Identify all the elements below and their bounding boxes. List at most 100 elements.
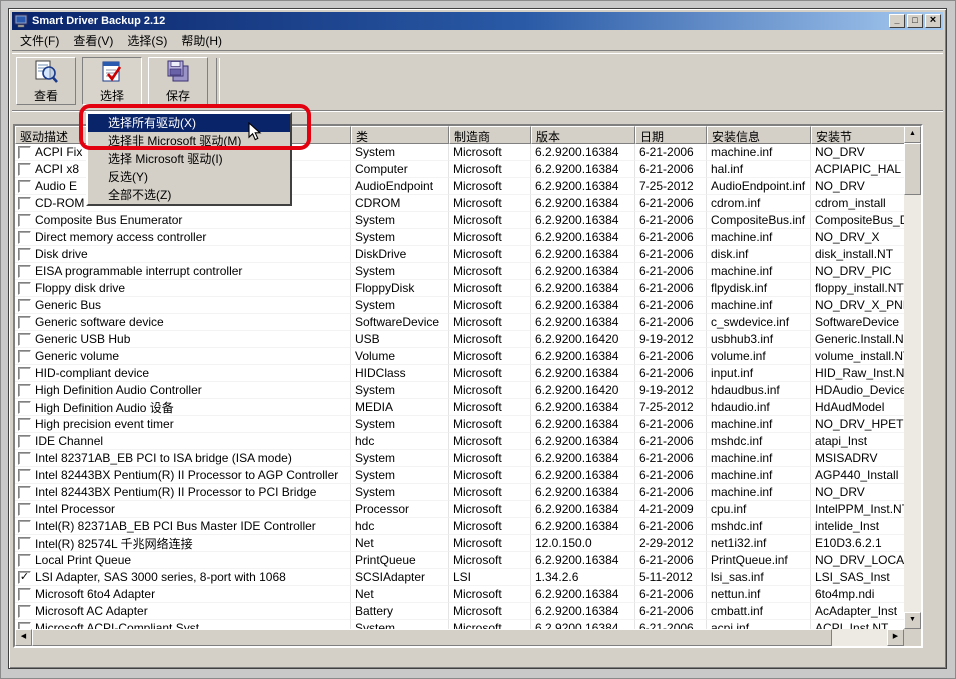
- row-checkbox[interactable]: [18, 503, 31, 516]
- table-row[interactable]: Generic Bus System Microsoft 6.2.9200.16…: [15, 297, 904, 314]
- install-info-cell: volume.inf: [707, 348, 811, 365]
- driver-description-cell: Intel 82443BX Pentium(R) II Processor to…: [15, 467, 351, 484]
- row-checkbox[interactable]: [18, 384, 31, 397]
- row-checkbox[interactable]: [18, 486, 31, 499]
- table-row[interactable]: Generic software device SoftwareDevice M…: [15, 314, 904, 331]
- menu-item-select-microsoft-drivers[interactable]: 选择 Microsoft 驱动(I): [88, 150, 290, 168]
- row-checkbox[interactable]: [18, 146, 31, 159]
- row-checkbox[interactable]: [18, 197, 31, 210]
- row-checkbox[interactable]: [18, 622, 31, 630]
- close-button[interactable]: ×: [925, 14, 941, 28]
- column-header-manufacturer[interactable]: 制造商: [449, 126, 531, 144]
- title-bar[interactable]: Smart Driver Backup 2.12 _ □ ×: [12, 12, 943, 30]
- install-info-cell: hdaudio.inf: [707, 399, 811, 416]
- row-checkbox[interactable]: [18, 265, 31, 278]
- select-button[interactable]: 选择: [82, 57, 142, 105]
- row-checkbox[interactable]: [18, 537, 31, 550]
- vertical-scroll-track[interactable]: [904, 195, 921, 612]
- table-row[interactable]: Floppy disk drive FloppyDisk Microsoft 6…: [15, 280, 904, 297]
- table-row[interactable]: Intel(R) 82574L 千兆网络连接 Net Microsoft 12.…: [15, 535, 904, 552]
- table-row[interactable]: Intel(R) 82371AB_EB PCI Bus Master IDE C…: [15, 518, 904, 535]
- date-cell: 2-29-2012: [635, 535, 707, 552]
- row-checkbox[interactable]: [18, 163, 31, 176]
- row-checkbox[interactable]: [18, 520, 31, 533]
- table-row[interactable]: IDE Channel hdc Microsoft 6.2.9200.16384…: [15, 433, 904, 450]
- menu-item-select-all-drivers[interactable]: 选择所有驱动(X): [88, 114, 290, 132]
- row-checkbox[interactable]: [18, 435, 31, 448]
- row-checkbox[interactable]: [18, 588, 31, 601]
- vertical-scroll-thumb[interactable]: [904, 143, 921, 195]
- row-checkbox[interactable]: [18, 180, 31, 193]
- row-checkbox[interactable]: [18, 316, 31, 329]
- column-header-install-info[interactable]: 安装信息: [707, 126, 811, 144]
- driver-description-cell: Disk drive: [15, 246, 351, 263]
- menu-select[interactable]: 选择(S): [120, 30, 174, 51]
- row-checkbox[interactable]: [18, 452, 31, 465]
- column-header-class[interactable]: 类: [351, 126, 449, 144]
- table-row[interactable]: Local Print Queue PrintQueue Microsoft 6…: [15, 552, 904, 569]
- menu-item-invert-selection[interactable]: 反选(Y): [88, 168, 290, 186]
- version-cell: 6.2.9200.16384: [531, 246, 635, 263]
- table-row[interactable]: High Definition Audio Controller System …: [15, 382, 904, 399]
- minimize-button[interactable]: _: [889, 14, 905, 28]
- table-row[interactable]: High precision event timer System Micros…: [15, 416, 904, 433]
- scroll-down-button[interactable]: ▼: [904, 612, 921, 629]
- table-row[interactable]: Direct memory access controller System M…: [15, 229, 904, 246]
- install-info-cell: CompositeBus.inf: [707, 212, 811, 229]
- row-checkbox[interactable]: [18, 367, 31, 380]
- column-header-version[interactable]: 版本: [531, 126, 635, 144]
- scroll-right-button[interactable]: ▶: [887, 629, 904, 646]
- row-checkbox[interactable]: [18, 605, 31, 618]
- row-checkbox[interactable]: [18, 469, 31, 482]
- view-button[interactable]: 查看: [16, 57, 76, 105]
- column-header-install-section[interactable]: 安装节: [811, 126, 904, 144]
- row-checkbox[interactable]: [18, 418, 31, 431]
- table-row[interactable]: ✓ LSI Adapter, SAS 3000 series, 8-port w…: [15, 569, 904, 586]
- menu-item-select-non-microsoft-drivers[interactable]: 选择非 Microsoft 驱动(M): [88, 132, 290, 150]
- table-row[interactable]: Microsoft 6to4 Adapter Net Microsoft 6.2…: [15, 586, 904, 603]
- table-row[interactable]: Intel 82443BX Pentium(R) II Processor to…: [15, 484, 904, 501]
- row-checkbox[interactable]: [18, 350, 31, 363]
- row-checkbox[interactable]: [18, 248, 31, 261]
- menu-help[interactable]: 帮助(H): [174, 30, 229, 51]
- screenshot-stage: Smart Driver Backup 2.12 _ □ × 文件(F)查看(V…: [0, 0, 956, 679]
- table-row[interactable]: Intel 82371AB_EB PCI to ISA bridge (ISA …: [15, 450, 904, 467]
- table-row[interactable]: Intel Processor Processor Microsoft 6.2.…: [15, 501, 904, 518]
- table-row[interactable]: Composite Bus Enumerator System Microsof…: [15, 212, 904, 229]
- manufacturer-cell: Microsoft: [449, 144, 531, 161]
- row-checkbox[interactable]: [18, 231, 31, 244]
- table-row[interactable]: Microsoft AC Adapter Battery Microsoft 6…: [15, 603, 904, 620]
- vertical-scrollbar[interactable]: ▲ ▼: [904, 126, 921, 629]
- row-checkbox[interactable]: [18, 282, 31, 295]
- horizontal-scrollbar[interactable]: ◀ ▶: [15, 629, 904, 646]
- manufacturer-cell: Microsoft: [449, 348, 531, 365]
- scroll-left-button[interactable]: ◀: [15, 629, 32, 646]
- table-row[interactable]: Intel 82443BX Pentium(R) II Processor to…: [15, 467, 904, 484]
- menu-view[interactable]: 查看(V): [66, 30, 120, 51]
- table-row[interactable]: Generic USB Hub USB Microsoft 6.2.9200.1…: [15, 331, 904, 348]
- save-button[interactable]: 保存: [148, 57, 208, 105]
- install-info-cell: machine.inf: [707, 484, 811, 501]
- table-row[interactable]: Microsoft ACPI-Compliant Syst System Mic…: [15, 620, 904, 629]
- row-checkbox[interactable]: [18, 554, 31, 567]
- row-checkbox[interactable]: [18, 401, 31, 414]
- table-row[interactable]: HID-compliant device HIDClass Microsoft …: [15, 365, 904, 382]
- row-checkbox[interactable]: [18, 214, 31, 227]
- column-header-date[interactable]: 日期: [635, 126, 707, 144]
- install-section-cell: NO_DRV: [811, 178, 904, 195]
- table-row[interactable]: High Definition Audio 设备 MEDIA Microsoft…: [15, 399, 904, 416]
- row-checkbox[interactable]: ✓: [18, 571, 31, 584]
- menu-item-deselect-all[interactable]: 全部不选(Z): [88, 186, 290, 204]
- scroll-up-button[interactable]: ▲: [904, 126, 921, 143]
- driver-description-cell: Floppy disk drive: [15, 280, 351, 297]
- horizontal-scroll-thumb[interactable]: [32, 629, 832, 646]
- menu-file[interactable]: 文件(F): [13, 30, 66, 51]
- install-section-cell: NO_DRV_PIC: [811, 263, 904, 280]
- horizontal-scroll-track[interactable]: [832, 629, 887, 646]
- row-checkbox[interactable]: [18, 299, 31, 312]
- row-checkbox[interactable]: [18, 333, 31, 346]
- maximize-button[interactable]: □: [907, 14, 923, 28]
- table-row[interactable]: Generic volume Volume Microsoft 6.2.9200…: [15, 348, 904, 365]
- table-row[interactable]: Disk drive DiskDrive Microsoft 6.2.9200.…: [15, 246, 904, 263]
- table-row[interactable]: EISA programmable interrupt controller S…: [15, 263, 904, 280]
